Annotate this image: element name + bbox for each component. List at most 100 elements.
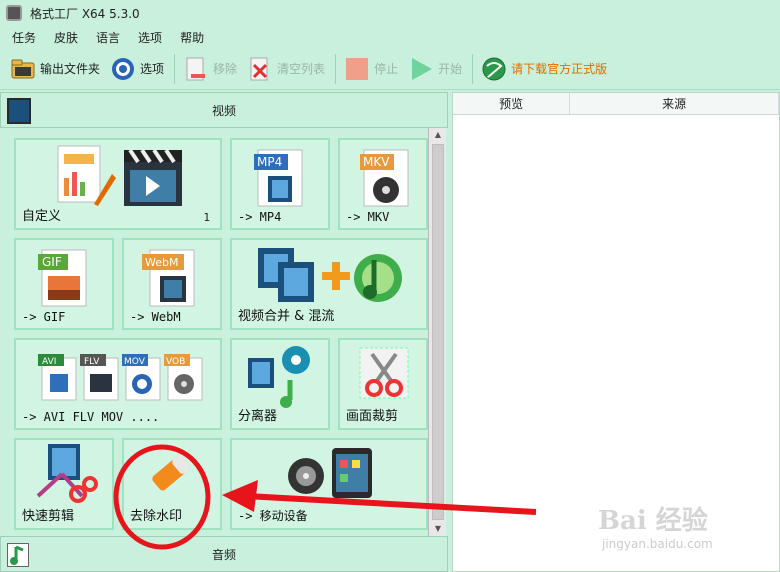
mp4-badge: MP4 (257, 155, 282, 169)
video-category-header[interactable]: 视频 (0, 92, 448, 128)
output-folder-button[interactable]: 输出文件夹 (10, 56, 100, 82)
menu-task[interactable]: 任务 (10, 27, 38, 48)
audio-category-header[interactable]: 音频 (0, 536, 448, 572)
document-minus-icon (183, 56, 209, 82)
mp4-file-icon: MP4 (254, 149, 303, 207)
tile-splitter[interactable]: 分离器 (230, 338, 330, 430)
folder-icon (10, 56, 36, 82)
task-list-header: 预览 来源 (453, 93, 779, 115)
quick-cut-icon (36, 444, 98, 503)
menu-language[interactable]: 语言 (94, 27, 122, 48)
play-icon (408, 56, 434, 82)
vertical-scrollbar[interactable]: ▲ ▼ (428, 128, 446, 536)
toolbar-separator (335, 53, 337, 84)
mkv-file-icon: MKV (360, 149, 409, 207)
watermark-url: jingyan.baidu.com (602, 537, 713, 551)
toolbar-separator (472, 53, 474, 84)
remove-button[interactable]: 移除 (183, 56, 237, 82)
clapperboard-icon (124, 148, 182, 206)
tile-multi-format[interactable]: AVI FLV MOV VOB -> AVI FLV MOV .... (14, 338, 222, 430)
menu-help[interactable]: 帮助 (178, 27, 206, 48)
tile-custom-count: 1 (203, 211, 210, 224)
eraser-icon (152, 455, 190, 491)
scroll-thumb[interactable] (432, 144, 444, 520)
tile-remove-watermark-label: 去除水印 (130, 509, 183, 524)
tile-multi-format-label: -> AVI FLV MOV .... (22, 410, 160, 424)
category-panel: 视频 自定义 1 MP4 -> MP4 MKV -> MKV GIF -> GI… (0, 92, 448, 572)
baidu-watermark: Bai 经验 jingyan.baidu.com (598, 500, 778, 570)
plus-icon (322, 262, 350, 290)
tile-webm-label: -> WebM (130, 310, 181, 324)
tile-mp4-label: -> MP4 (238, 210, 282, 224)
tile-crop-label: 画面裁剪 (346, 409, 399, 424)
toolbar-separator (174, 53, 176, 84)
tile-mobile-label: -> 移动设备 (238, 509, 308, 523)
music-note-icon (354, 254, 402, 302)
tile-crop[interactable]: 画面裁剪 (338, 338, 428, 430)
video-category-label: 视频 (211, 103, 236, 118)
options-button[interactable]: 选项 (110, 56, 164, 82)
mov-badge: MOV (124, 357, 146, 367)
tile-gif-label: -> GIF (22, 310, 66, 324)
mobile-device-icon (288, 448, 372, 498)
gif-badge: GIF (42, 255, 62, 269)
audio-category-label: 音频 (211, 547, 236, 562)
webm-file-icon: WebM (142, 249, 195, 307)
tile-custom[interactable]: 自定义 1 (14, 138, 222, 230)
scroll-up-icon[interactable]: ▲ (429, 128, 447, 142)
stop-label: 停止 (374, 62, 399, 76)
film-merge-icon (258, 248, 314, 302)
tile-quick-cut[interactable]: 快速剪辑 (14, 438, 114, 530)
tile-quick-cut-label: 快速剪辑 (22, 509, 75, 524)
tile-merge-label: 视频合并 & 混流 (238, 309, 335, 324)
gif-file-icon: GIF (38, 249, 87, 307)
tile-mkv-label: -> MKV (346, 210, 390, 224)
download-official-button[interactable]: 请下载官方正式版 (481, 56, 607, 82)
tile-mkv[interactable]: MKV -> MKV (338, 138, 428, 230)
chart-document-icon (57, 145, 116, 206)
clear-list-button[interactable]: 清空列表 (247, 56, 325, 82)
remove-label: 移除 (213, 62, 238, 76)
watermark-brand: Bai 经验 (598, 506, 708, 536)
gear-icon (110, 56, 136, 82)
options-label: 选项 (140, 62, 165, 76)
vob-badge: VOB (166, 357, 185, 367)
film-icon (7, 98, 31, 124)
app-icon (6, 5, 22, 21)
tile-mobile[interactable]: -> 移动设备 (230, 438, 428, 530)
stop-button[interactable]: 停止 (344, 56, 398, 82)
column-source[interactable]: 来源 (570, 93, 779, 114)
scroll-down-icon[interactable]: ▼ (429, 522, 447, 536)
menu-options[interactable]: 选项 (136, 27, 164, 48)
avi-badge: AVI (42, 357, 56, 367)
start-label: 开始 (438, 62, 463, 76)
title-bar: 格式工厂 X64 5.3.0 (0, 0, 780, 26)
menu-skin[interactable]: 皮肤 (52, 27, 80, 48)
download-official-label: 请下载官方正式版 (511, 62, 608, 76)
multi-format-icons: AVI FLV MOV VOB (38, 354, 203, 401)
globe-icon (481, 56, 507, 82)
output-folder-label: 输出文件夹 (40, 62, 101, 76)
start-button[interactable]: 开始 (408, 56, 462, 82)
clear-list-label: 清空列表 (277, 62, 326, 76)
clear-list-icon (247, 56, 273, 82)
tile-custom-label: 自定义 (22, 209, 62, 224)
tile-gif[interactable]: GIF -> GIF (14, 238, 114, 330)
window-title: 格式工厂 X64 5.3.0 (30, 6, 140, 21)
tile-remove-watermark[interactable]: 去除水印 (122, 438, 222, 530)
tile-splitter-label: 分离器 (238, 409, 278, 424)
splitter-icon (248, 346, 310, 408)
scissors-icon (359, 347, 409, 399)
flv-badge: FLV (84, 357, 100, 367)
stop-icon (344, 56, 370, 82)
column-preview[interactable]: 预览 (453, 93, 571, 114)
video-tools-grid: 自定义 1 MP4 -> MP4 MKV -> MKV GIF -> GIF W… (0, 128, 428, 536)
menu-bar: 任务 皮肤 语言 选项 帮助 (0, 26, 780, 48)
tile-merge[interactable]: 视频合并 & 混流 (230, 238, 428, 330)
webm-badge: WebM (145, 256, 178, 269)
mkv-badge: MKV (363, 155, 390, 169)
tile-webm[interactable]: WebM -> WebM (122, 238, 222, 330)
tile-mp4[interactable]: MP4 -> MP4 (230, 138, 330, 230)
music-note-icon (7, 543, 29, 567)
toolbar: 输出文件夹 选项 移除 清空列表 停止 开始 请下载官方正式版 (0, 48, 780, 90)
